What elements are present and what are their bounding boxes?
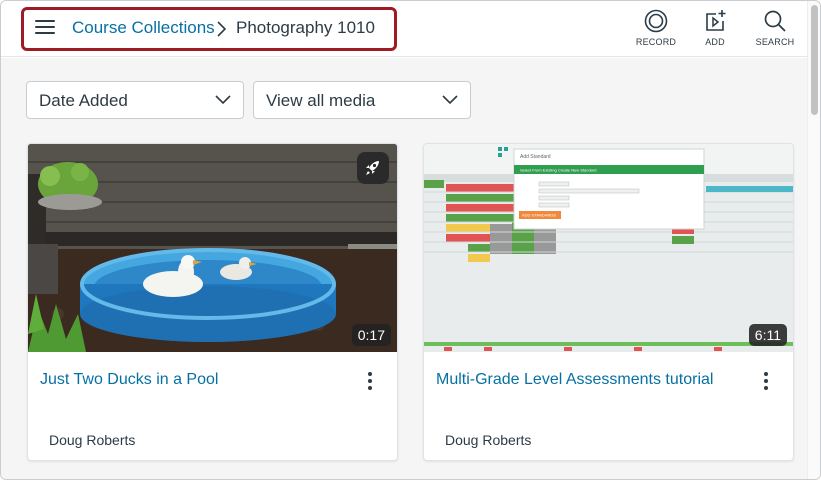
media-author: Doug Roberts (49, 432, 136, 448)
sort-select-value: Date Added (39, 91, 128, 110)
media-card: 0:17 Just Two Ducks in a Pool Doug Rober… (27, 143, 398, 461)
sort-select[interactable]: Date Added (26, 81, 244, 119)
rocket-badge (357, 152, 389, 184)
search-icon (764, 10, 786, 32)
dialog-add-button-text: ADD STANDARDS (522, 213, 556, 218)
media-filter-value: View all media (266, 91, 376, 110)
media-title-link[interactable]: Just Two Ducks in a Pool (40, 371, 218, 389)
chevron-down-icon (442, 95, 458, 105)
chevron-down-icon (215, 95, 231, 105)
ducks-thumbnail-image (28, 144, 397, 352)
search-label: SEARCH (755, 37, 795, 47)
more-options-icon[interactable] (761, 371, 771, 391)
video-duration: 6:11 (748, 324, 787, 346)
media-card: Add Standard Select From Existing Create… (423, 143, 794, 461)
media-filter-select[interactable]: View all media (253, 81, 471, 119)
add-label: ADD (705, 37, 725, 47)
rocket-icon (366, 161, 379, 175)
search-button[interactable]: SEARCH (745, 9, 805, 53)
dialog-title-text: Add Standard (520, 154, 551, 160)
media-author: Doug Roberts (445, 432, 532, 448)
assessment-tutorial-thumbnail-image: Add Standard Select From Existing Create… (424, 144, 793, 352)
video-thumbnail[interactable]: 0:17 (28, 144, 397, 352)
record-icon (644, 9, 668, 33)
video-duration: 0:17 (351, 324, 391, 346)
video-thumbnail[interactable]: Add Standard Select From Existing Create… (424, 144, 793, 352)
record-button[interactable]: RECORD (626, 9, 686, 53)
chevron-right-icon (217, 21, 227, 37)
scrollbar-thumb[interactable] (811, 5, 818, 115)
media-title-link[interactable]: Multi-Grade Level Assessments tutorial (436, 371, 713, 389)
more-options-icon[interactable] (365, 371, 375, 391)
app-window: Course Collections Photography 1010 RECO… (0, 0, 821, 480)
vertical-scrollbar[interactable] (807, 1, 820, 479)
top-header: Course Collections Photography 1010 RECO… (1, 1, 807, 57)
add-media-icon (706, 10, 726, 31)
dialog-tab-new: Create New Standard (558, 168, 596, 173)
hamburger-menu-icon[interactable] (35, 19, 55, 35)
breadcrumb-current-page: Photography 1010 (236, 18, 375, 37)
add-button[interactable]: ADD (685, 9, 745, 53)
dialog-tab-existing: Select From Existing (520, 168, 557, 173)
record-label: RECORD (635, 37, 677, 47)
breadcrumb-course-collections-link[interactable]: Course Collections (72, 18, 215, 38)
